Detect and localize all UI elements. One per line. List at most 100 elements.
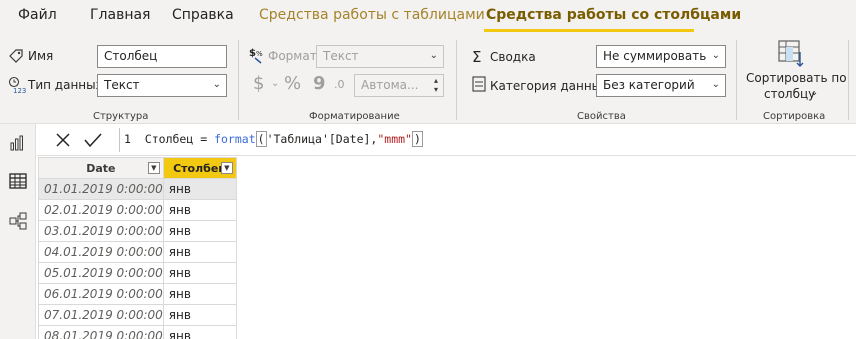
format-icon: $%: [248, 46, 266, 64]
summary-select[interactable]: Не суммировать ⌄: [596, 45, 726, 68]
table-row[interactable]: 02.01.2019 0:00:00 янв: [38, 199, 237, 221]
formula-input[interactable]: 1 Столбец = format('Таблица'[Date],"mmm"…: [124, 131, 423, 147]
decimal-places-value: Автома...: [361, 78, 419, 92]
cell-date[interactable]: 06.01.2019 0:00:00: [38, 283, 164, 305]
formula-operator: =: [200, 132, 208, 146]
cell-stolbets[interactable]: янв: [162, 325, 237, 339]
format-select[interactable]: Текст ⌄: [316, 45, 444, 68]
data-table: Date ▼ Столбец ▼ 01.01.2019 0:00:00 янв 02.0…: [38, 157, 237, 339]
ribbon-divider: [238, 40, 239, 120]
datatype-select[interactable]: Текст ⌄: [97, 74, 227, 97]
sort-button-label-2: столбцу: [764, 87, 816, 101]
comma-button[interactable]: 9: [313, 73, 326, 94]
properties-group-title: Свойства: [577, 111, 626, 122]
tab-file[interactable]: Файл: [18, 7, 57, 23]
column-header-label: Date: [86, 161, 116, 175]
data-view-icon[interactable]: [9, 172, 27, 190]
svg-text:$: $: [249, 48, 256, 59]
sort-by-column-button[interactable]: Сортировать по столбцу ⌄: [744, 36, 847, 108]
cell-stolbets[interactable]: янв: [162, 178, 237, 200]
tab-table-tools[interactable]: Средства работы с таблицами: [259, 7, 485, 23]
formula-divider: [119, 128, 120, 152]
summary-value: Не суммировать: [603, 49, 707, 63]
decimal-icon[interactable]: .0: [334, 78, 345, 91]
table-row[interactable]: 05.01.2019 0:00:00 янв: [38, 262, 237, 284]
cell-stolbets[interactable]: янв: [162, 220, 237, 242]
datatype-icon: 123: [8, 76, 26, 95]
stepper-icon: ▴ ▾: [433, 76, 438, 94]
ribbon: Имя Столбец 123 Тип данных Текст ⌄ Струк…: [0, 34, 856, 124]
column-header-label: Столбец: [173, 161, 227, 175]
chevron-down-icon: ⌄: [810, 87, 819, 98]
cell-stolbets[interactable]: янв: [162, 241, 237, 263]
tab-home[interactable]: Главная: [90, 7, 150, 23]
table-row[interactable]: 07.01.2019 0:00:00 янв: [38, 304, 237, 326]
name-input[interactable]: Столбец: [97, 45, 227, 68]
datatype-value: Текст: [104, 78, 140, 92]
formatting-group-title: Форматирование: [309, 111, 400, 122]
tab-help[interactable]: Справка: [172, 7, 234, 23]
format-label: Формат: [268, 49, 317, 63]
table-row[interactable]: 06.01.2019 0:00:00 янв: [38, 283, 237, 305]
svg-text:%: %: [256, 50, 263, 58]
report-view-icon[interactable]: [9, 134, 27, 152]
ribbon-divider: [736, 40, 737, 120]
name-label: Имя: [28, 49, 54, 63]
active-tab-indicator: [484, 29, 694, 32]
formula-format-string: "mmm": [377, 132, 412, 146]
category-select[interactable]: Без категорий ⌄: [596, 74, 726, 97]
cell-date[interactable]: 05.01.2019 0:00:00: [38, 262, 164, 284]
summary-label: Сводка: [490, 50, 536, 64]
cell-stolbets[interactable]: янв: [162, 304, 237, 326]
table-row[interactable]: 03.01.2019 0:00:00 янв: [38, 220, 237, 242]
chevron-down-icon: ⌄: [271, 78, 280, 89]
formula-argument: 'Таблица'[Date],: [266, 132, 378, 146]
table-row[interactable]: 04.01.2019 0:00:00 янв: [38, 241, 237, 263]
formula-function: format: [214, 132, 256, 146]
chevron-down-icon: ⌄: [429, 50, 438, 61]
sort-button-label-1: Сортировать по: [746, 71, 847, 85]
cell-stolbets[interactable]: янв: [162, 283, 237, 305]
category-icon: [472, 76, 486, 92]
filter-dropdown-icon[interactable]: ▼: [147, 162, 160, 174]
structure-group-title: Структура: [93, 111, 149, 122]
svg-text:123: 123: [13, 87, 26, 94]
column-header-date[interactable]: Date ▼: [38, 157, 164, 179]
column-header-stolbets[interactable]: Столбец ▼: [162, 157, 237, 179]
formula-column-name: Столбец: [144, 132, 194, 146]
chevron-down-icon: ⌄: [711, 50, 720, 61]
sort-by-column-icon: [776, 38, 806, 68]
model-view-icon[interactable]: [9, 212, 27, 230]
category-value: Без категорий: [603, 78, 695, 92]
cell-date[interactable]: 07.01.2019 0:00:00: [38, 304, 164, 326]
tag-icon: [8, 48, 24, 64]
category-label: Категория данных: [490, 79, 609, 93]
close-paren: ): [411, 131, 423, 147]
sigma-icon: Σ: [472, 48, 482, 66]
formula-bar: 1 Столбец = format('Таблица'[Date],"mmm"…: [37, 124, 856, 156]
commit-icon[interactable]: [83, 131, 103, 149]
datatype-label: Тип данных: [28, 78, 103, 92]
chevron-down-icon: ⌄: [711, 79, 720, 90]
cell-date[interactable]: 03.01.2019 0:00:00: [38, 220, 164, 242]
format-value: Текст: [323, 49, 359, 63]
menu-bar: Файл Главная Справка Средства работы с т…: [0, 0, 856, 34]
chevron-down-icon: ⌄: [212, 79, 221, 90]
table-row[interactable]: 01.01.2019 0:00:00 янв: [38, 178, 237, 200]
cell-date[interactable]: 04.01.2019 0:00:00: [38, 241, 164, 263]
cell-stolbets[interactable]: янв: [162, 262, 237, 284]
decimal-places-input[interactable]: Автома... ▴ ▾: [354, 74, 444, 97]
currency-button[interactable]: $: [253, 73, 264, 94]
sort-group-title: Сортировка: [763, 111, 826, 122]
view-rail: [0, 124, 36, 339]
cell-date[interactable]: 01.01.2019 0:00:00: [38, 178, 164, 200]
tab-column-tools[interactable]: Средства работы со столбцами: [486, 7, 741, 23]
cell-stolbets[interactable]: янв: [162, 199, 237, 221]
cancel-icon[interactable]: [54, 131, 72, 149]
open-paren: (: [255, 131, 267, 147]
percent-button[interactable]: %: [284, 73, 301, 94]
table-row[interactable]: 08.01.2019 0:00:00 янв: [38, 325, 237, 339]
filter-dropdown-icon[interactable]: ▼: [220, 162, 233, 174]
cell-date[interactable]: 08.01.2019 0:00:00: [38, 325, 164, 339]
cell-date[interactable]: 02.01.2019 0:00:00: [38, 199, 164, 221]
